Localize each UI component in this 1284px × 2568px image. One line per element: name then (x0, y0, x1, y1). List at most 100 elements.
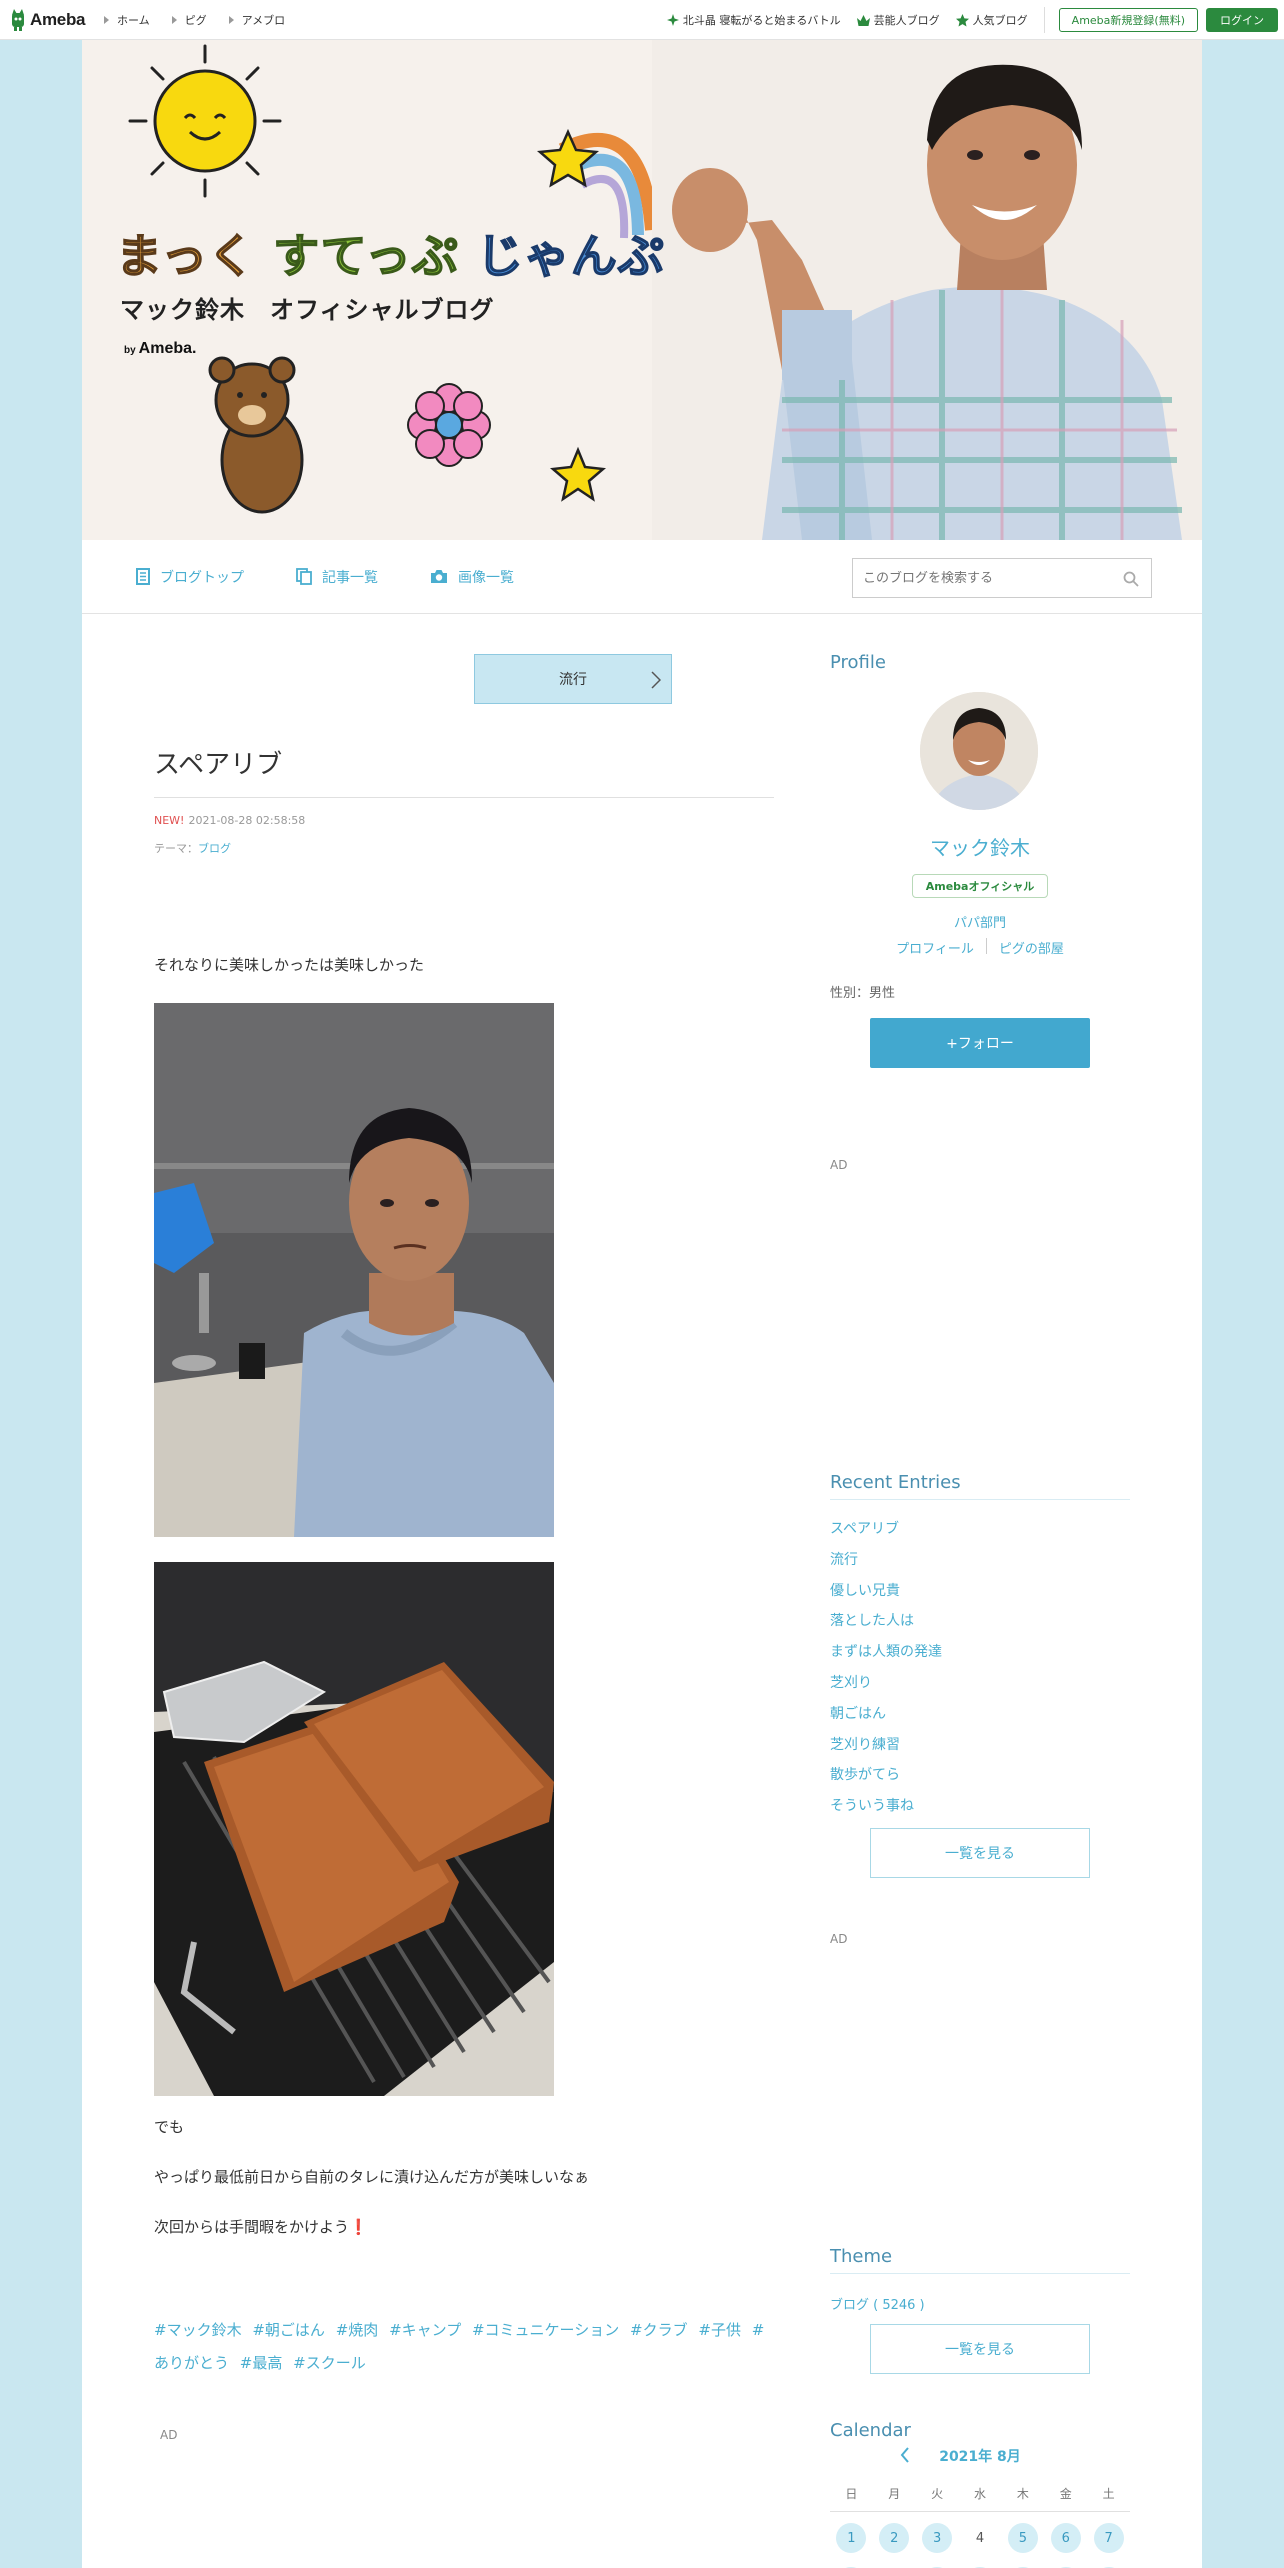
bear-illustration (208, 356, 304, 514)
calendar-day[interactable]: 3 (916, 2516, 959, 2560)
ameba-logo[interactable]: Ameba (10, 8, 92, 31)
login-button[interactable]: ログイン (1206, 8, 1278, 32)
recent-entry-link[interactable]: 芝刈り (830, 1668, 1130, 1699)
copy-icon (296, 568, 312, 585)
nav-entry-list-label: 記事一覧 (322, 569, 378, 586)
calendar-day[interactable]: 6 (1044, 2516, 1087, 2560)
calendar-day[interactable]: 13 (1044, 2560, 1087, 2568)
nav-blog-top-label: ブログトップ (160, 569, 244, 586)
recent-entry-link[interactable]: 優しい兄貴 (830, 1576, 1130, 1607)
calendar-day[interactable]: 12 (1001, 2560, 1044, 2568)
next-entry-label: 流行 (559, 672, 587, 688)
search-icon[interactable] (1123, 571, 1139, 587)
blog-page: まっく すてっぷ じゃんぷ マック鈴木 オフィシャルブログ by Ameba. ブログ… (82, 40, 1202, 2568)
entry-theme: テーマ：ブログ (154, 840, 231, 856)
star-icon (955, 13, 969, 26)
calendar-day[interactable]: 8 (830, 2560, 873, 2568)
global-nav-ameblo[interactable]: アメブロ (228, 12, 285, 28)
exclamation-emoji-icon: ❗ (349, 2218, 368, 2236)
recent-entry-link[interactable]: 朝ごはん (830, 1699, 1130, 1730)
recent-entry-link[interactable]: そういう事ね (830, 1791, 1130, 1822)
hashtag-link[interactable]: #最高 (240, 2354, 289, 2372)
recent-entry-link[interactable]: 散歩がてら (830, 1760, 1130, 1791)
calendar-week: 1 2 3 4 5 6 7 (830, 2516, 1130, 2560)
trending-link[interactable]: 北斗晶 寝転がると始まるバトル (666, 12, 841, 28)
theme-link[interactable]: ブログ ( 5246 ) (830, 2294, 925, 2313)
by-ameba-mark: by Ameba. (124, 340, 196, 358)
avatar-image (920, 692, 1038, 810)
new-badge: NEW! (154, 814, 185, 827)
calendar-day[interactable]: 11 (959, 2560, 1002, 2568)
profile-name[interactable]: マック鈴木 (830, 832, 1130, 861)
hashtag-link[interactable]: #子供 (698, 2321, 747, 2339)
global-nav-pigg[interactable]: ピグ (171, 12, 207, 28)
calendar-day[interactable]: 5 (1001, 2516, 1044, 2560)
profile-link[interactable]: プロフィール (896, 938, 974, 957)
caret-right-icon (104, 15, 109, 24)
entry-photo-man[interactable] (154, 1003, 554, 1537)
calendar-day[interactable]: 7 (1087, 2516, 1130, 2560)
nav-image-list[interactable]: 画像一覧 (430, 567, 514, 587)
hashtag-link[interactable]: #焼肉 (336, 2321, 385, 2339)
weekday-label: 日 (845, 2487, 858, 2501)
recent-entry-link[interactable]: まずは人類の発達 (830, 1637, 1130, 1668)
register-button[interactable]: Ameba新規登録(無料) (1058, 8, 1198, 32)
entry-paragraph-text: 次回からは手間暇をかけよう (154, 2218, 350, 2236)
ameba-logo-text: Ameba (30, 9, 86, 29)
follow-button[interactable]: +フォロー (870, 1018, 1090, 1068)
hashtag-link[interactable]: #コミュニケーション (472, 2321, 625, 2339)
hashtag-link[interactable]: #朝ごはん (252, 2321, 331, 2339)
blog-search-box (852, 558, 1152, 598)
hashtag-link[interactable]: #スクール (293, 2354, 372, 2372)
blog-title-part1: まっく (115, 228, 256, 284)
calendar-day[interactable]: 1 (830, 2516, 873, 2560)
entry-title: スペアリブ (154, 744, 774, 798)
chevron-left-icon[interactable] (900, 2447, 910, 2463)
recent-entry-link[interactable]: 芝刈り練習 (830, 1730, 1130, 1761)
hashtag-link[interactable]: #キャンプ (389, 2321, 467, 2339)
calendar-month-label: 2021年 8月 (939, 2449, 1021, 2465)
entry-paragraph: それなりに美味しかったは美味しかった (154, 956, 425, 974)
calendar-month: 2021年 8月 (830, 2446, 1130, 2466)
recent-entries-more-button[interactable]: 一覧を見る (870, 1828, 1090, 1878)
calendar-heading: Calendar (830, 2420, 911, 2441)
calendar-day[interactable]: 10 (916, 2560, 959, 2568)
avatar[interactable] (920, 692, 1038, 810)
official-badge: Amebaオフィシャル (912, 874, 1048, 898)
weekday-label: 水 (974, 2487, 987, 2501)
hashtag-link[interactable]: #マック鈴木 (154, 2321, 248, 2339)
ameba-global-header: Ameba ホーム ピグ アメブロ 北斗晶 寝転がると始まるバトル 芸能人ブログ… (0, 0, 1284, 40)
ad-label: AD (160, 2428, 178, 2442)
recent-entry-link[interactable]: 落とした人は (830, 1606, 1130, 1637)
popular-blog-link[interactable]: 人気ブログ (955, 12, 1028, 28)
entry-photo-ribs[interactable] (154, 1562, 554, 2096)
ad-label: AD (830, 1158, 848, 1172)
hashtag-link[interactable]: #クラブ (630, 2321, 694, 2339)
profile-category-link[interactable]: パパ部門 (830, 912, 1130, 931)
theme-more-button[interactable]: 一覧を見る (870, 2324, 1090, 2374)
sun-illustration (128, 44, 282, 198)
entry-theme-link[interactable]: ブログ (198, 842, 231, 855)
header-divider (1043, 7, 1045, 33)
blog-title-part3: じゃんぷ (476, 228, 665, 284)
nav-entry-list[interactable]: 記事一覧 (296, 567, 378, 587)
calendar-day[interactable]: 2 (873, 2516, 916, 2560)
entry-paragraph: 次回からは手間暇をかけよう❗ (154, 2216, 368, 2237)
nav-image-list-label: 画像一覧 (458, 569, 514, 586)
recent-entry-link[interactable]: 流行 (830, 1545, 1130, 1576)
weekday-label: 金 (1059, 2487, 1072, 2501)
blog-search-input[interactable] (863, 570, 1113, 586)
global-nav-home[interactable]: ホーム (104, 12, 150, 28)
recent-entry-link[interactable]: スペアリブ (830, 1514, 1130, 1545)
blog-header-banner[interactable]: まっく すてっぷ じゃんぷ マック鈴木 オフィシャルブログ by Ameba. (82, 40, 1202, 540)
calendar-weekdays: 日 月 火 水 木 金 土 (830, 2476, 1130, 2512)
trending-link-label: 北斗晶 寝転がると始まるバトル (682, 14, 841, 27)
celebrity-blog-link[interactable]: 芸能人ブログ (856, 12, 940, 28)
nav-blog-top[interactable]: ブログトップ (136, 567, 244, 587)
next-entry-button[interactable]: 流行 (474, 654, 672, 704)
pigg-room-link[interactable]: ピグの部屋 (999, 938, 1064, 957)
calendar-week: 8 9 10 11 12 13 14 (830, 2560, 1130, 2568)
profile-links: プロフィール ピグの部屋 (830, 938, 1130, 957)
calendar-day[interactable]: 14 (1087, 2560, 1130, 2568)
celebrity-blog-label: 芸能人ブログ (873, 14, 940, 27)
